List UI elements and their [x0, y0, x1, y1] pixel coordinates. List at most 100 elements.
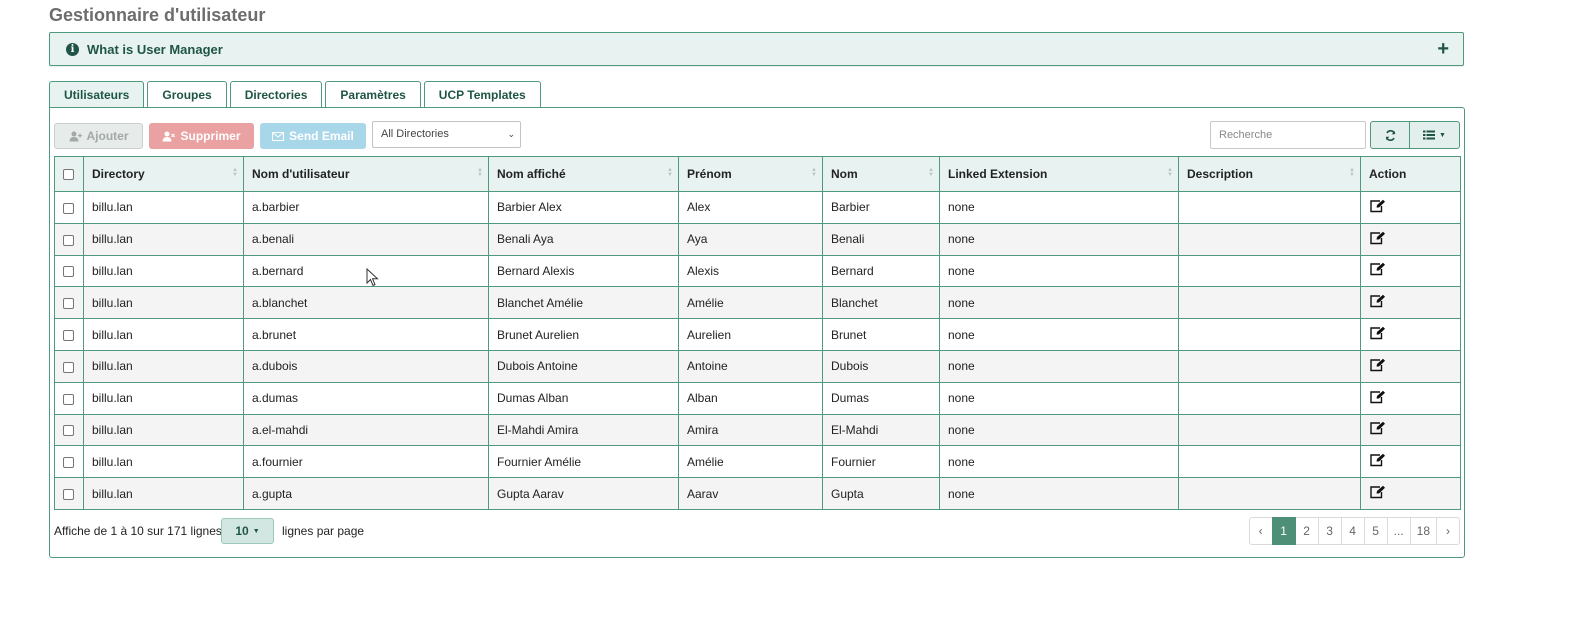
table-row: billu.lan a.blanchet Blanchet Amélie Amé… — [54, 286, 1461, 320]
table-footer: Affiche de 1 à 10 sur 171 lignes 10 ▼ li… — [54, 517, 1460, 545]
column-header-directory[interactable]: Directory ▲ ▼ — [83, 156, 244, 192]
cell-linked-extension: none — [939, 222, 1179, 256]
sort-icon: ▲ ▼ — [667, 167, 673, 178]
users-tab-panel: Ajouter Supprimer Send Email All Directo… — [49, 107, 1465, 558]
page-size-dropdown[interactable]: 10 ▼ — [221, 518, 274, 544]
edit-icon[interactable] — [1369, 485, 1386, 502]
row-checkbox[interactable] — [63, 425, 74, 437]
tab-parametres[interactable]: Paramètres — [325, 81, 421, 108]
page-prev-button[interactable]: ‹ — [1248, 517, 1273, 545]
page-button-4[interactable]: 4 — [1340, 517, 1365, 545]
edit-icon[interactable] — [1369, 294, 1386, 311]
cell-action — [1360, 286, 1461, 320]
send-email-button[interactable]: Send Email — [260, 123, 366, 149]
cell-username: a.brunet — [243, 318, 489, 351]
delete-user-button[interactable]: Supprimer — [149, 123, 254, 149]
user-times-icon — [162, 131, 176, 141]
page-button-3[interactable]: 3 — [1317, 517, 1342, 545]
column-header-last-name[interactable]: Nom ▲ ▼ — [822, 156, 940, 192]
column-header-display-name[interactable]: Nom affiché ▲ ▼ — [488, 156, 679, 192]
sort-icon: ▲ ▼ — [1349, 167, 1355, 178]
edit-icon[interactable] — [1369, 358, 1386, 375]
info-panel-title: What is User Manager — [87, 41, 223, 57]
users-table: Directory ▲ ▼ Nom d'utilisateur ▲ ▼ Nom affi… — [54, 156, 1461, 510]
edit-icon[interactable] — [1369, 199, 1386, 216]
page-size-value: 10 — [235, 524, 249, 538]
cell-first-name: Alban — [678, 381, 823, 415]
cell-description — [1178, 381, 1361, 415]
row-checkbox[interactable] — [63, 266, 74, 278]
page-button-5[interactable]: 5 — [1363, 517, 1388, 545]
what-is-user-manager-panel[interactable]: i What is User Manager + — [49, 32, 1464, 66]
cell-username: a.bernard — [243, 254, 489, 288]
table-row: billu.lan a.barbier Barbier Alex Alex Ba… — [54, 191, 1461, 224]
tab-ucp-templates[interactable]: UCP Templates — [423, 81, 541, 108]
cell-action — [1360, 477, 1461, 510]
cell-directory: billu.lan — [83, 286, 244, 320]
column-header-description[interactable]: Description ▲ ▼ — [1178, 156, 1361, 192]
cell-linked-extension: none — [939, 477, 1179, 510]
cell-description — [1178, 413, 1361, 447]
page-button-18[interactable]: 18 — [1409, 517, 1437, 545]
edit-icon[interactable] — [1369, 421, 1386, 438]
page-next-button[interactable]: › — [1436, 517, 1460, 545]
cell-linked-extension: none — [939, 286, 1179, 320]
sort-icon: ▲ ▼ — [232, 167, 238, 178]
column-header-first-name[interactable]: Prénom ▲ ▼ — [678, 156, 823, 192]
plus-icon[interactable]: + — [1437, 39, 1449, 59]
cell-linked-extension: none — [939, 349, 1179, 383]
cell-last-name: Gupta — [822, 477, 940, 510]
cell-username: a.dumas — [243, 381, 489, 415]
add-user-label: Ajouter — [86, 129, 129, 143]
cell-last-name: Brunet — [822, 318, 940, 351]
cell-first-name: Alex — [678, 191, 823, 224]
directory-filter-value: All Directories — [381, 128, 449, 140]
column-header-username[interactable]: Nom d'utilisateur ▲ ▼ — [243, 156, 489, 192]
row-checkbox[interactable] — [63, 457, 74, 469]
row-checkbox[interactable] — [63, 329, 74, 341]
row-checkbox[interactable] — [63, 298, 74, 310]
tab-utilisateurs[interactable]: Utilisateurs — [49, 81, 145, 109]
cell-username: a.blanchet — [243, 286, 489, 320]
cell-display-name: El-Mahdi Amira — [488, 413, 679, 447]
refresh-button[interactable] — [1370, 121, 1410, 149]
edit-icon[interactable] — [1369, 231, 1386, 248]
column-header-linked-extension[interactable]: Linked Extension ▲ ▼ — [939, 156, 1179, 192]
page-button-2[interactable]: 2 — [1294, 517, 1319, 545]
cell-linked-extension: none — [939, 413, 1179, 447]
cell-action — [1360, 191, 1461, 224]
select-all-checkbox[interactable] — [63, 169, 74, 181]
cell-directory: billu.lan — [83, 318, 244, 351]
sort-icon: ▲ ▼ — [811, 167, 817, 178]
tab-groupes[interactable]: Groupes — [147, 81, 227, 108]
cell-first-name: Aurelien — [678, 318, 823, 351]
tab-directories[interactable]: Directories — [229, 81, 323, 108]
table-row: billu.lan a.gupta Gupta Aarav Aarav Gupt… — [54, 477, 1461, 510]
columns-toggle-button[interactable]: ▼ — [1409, 121, 1460, 149]
edit-icon[interactable] — [1369, 262, 1386, 279]
row-checkbox[interactable] — [63, 393, 74, 405]
directory-filter-select[interactable]: All Directories ⌄ — [372, 121, 521, 148]
cell-last-name: Dubois — [822, 349, 940, 383]
table-row: billu.lan a.el-mahdi El-Mahdi Amira Amir… — [54, 413, 1461, 447]
cell-display-name: Dubois Antoine — [488, 349, 679, 383]
row-checkbox[interactable] — [63, 202, 74, 214]
row-checkbox[interactable] — [63, 234, 74, 246]
search-input[interactable] — [1210, 121, 1366, 149]
cell-display-name: Gupta Aarav — [488, 477, 679, 510]
table-row: billu.lan a.brunet Brunet Aurelien Aurel… — [54, 318, 1461, 351]
cell-action — [1360, 413, 1461, 447]
table-row: billu.lan a.bernard Bernard Alexis Alexi… — [54, 254, 1461, 288]
edit-icon[interactable] — [1369, 453, 1386, 470]
page-button-1[interactable]: 1 — [1271, 517, 1296, 545]
add-user-button[interactable]: Ajouter — [54, 123, 143, 149]
row-checkbox[interactable] — [63, 488, 74, 500]
toolbar: Ajouter Supprimer Send Email All Directo… — [54, 121, 1460, 149]
cell-directory: billu.lan — [83, 222, 244, 256]
list-columns-icon — [1423, 130, 1436, 140]
table-row: billu.lan a.benali Benali Aya Aya Benali… — [54, 222, 1461, 256]
edit-icon[interactable] — [1369, 390, 1386, 407]
row-checkbox[interactable] — [63, 361, 74, 373]
edit-icon[interactable] — [1369, 326, 1386, 343]
cell-username: a.benali — [243, 222, 489, 256]
